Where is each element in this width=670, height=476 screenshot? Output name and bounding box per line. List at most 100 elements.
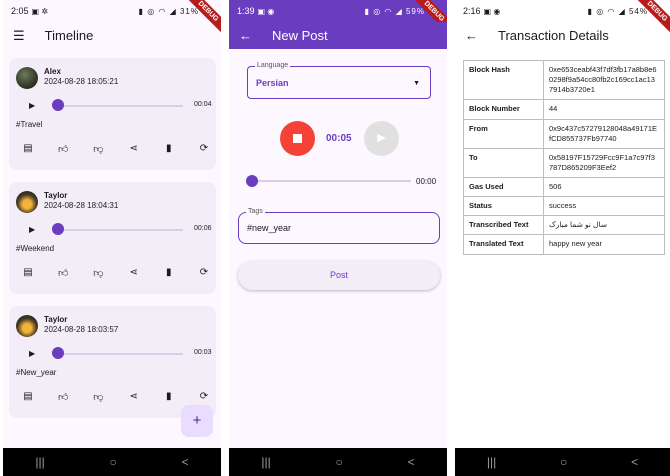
post-actions: ▤ 👍︎ 👎︎ ⋖ ▮ ⟳ [21, 143, 211, 155]
app-bar: ← New Post [229, 22, 447, 49]
status-icons: ▮ ◎ ◠ ◢ [138, 6, 177, 16]
page-title: Transaction Details [498, 28, 609, 43]
play-icon[interactable]: ▶ [29, 101, 35, 110]
language-value: Persian [256, 78, 289, 88]
recents-button[interactable]: ||| [261, 455, 270, 469]
row-value: 0xe653ceabf43f7df3fb17a8b8e60298f9a54cc8… [543, 59, 665, 101]
row-key: From [463, 118, 544, 149]
notification-icon: ▣ ✲ [31, 6, 49, 16]
post-card: Taylor 2024-08-28 18:03:57 ▶ 00:03 #New_… [9, 306, 216, 418]
back-button[interactable]: < [631, 455, 638, 469]
row-key: To [463, 147, 544, 179]
home-button[interactable]: ○ [560, 455, 567, 469]
playback-duration: 00:00 [416, 177, 437, 186]
post-username: Alex [44, 67, 61, 76]
home-button[interactable]: ○ [110, 455, 117, 469]
language-label: Language [255, 62, 291, 69]
post-username: Taylor [44, 191, 68, 200]
post-tag: #New_year [16, 368, 57, 377]
comment-icon[interactable]: ▤ [21, 143, 35, 155]
bookmark-icon[interactable]: ▮ [162, 143, 176, 155]
comment-icon[interactable]: ▤ [21, 267, 35, 279]
like-icon[interactable]: 👍︎ [56, 143, 70, 155]
play-icon: ▶ [377, 132, 386, 144]
row-key: Gas Used [463, 176, 544, 198]
share-icon[interactable]: ⋖ [127, 267, 141, 279]
bookmark-icon[interactable]: ▮ [162, 391, 176, 403]
table-row: Block Hash 0xe653ceabf43f7df3fb17a8b8e602… [463, 59, 665, 101]
row-key: Block Hash [463, 59, 544, 101]
back-arrow-icon[interactable]: ← [465, 28, 478, 43]
new-post-screen: 1:39 ▣ ◉ ▮ ◎ ◠ ◢ 59% DEBUG ← New Post Lan… [229, 0, 447, 476]
post-username: Taylor [44, 315, 68, 324]
avatar [16, 191, 38, 213]
comment-icon[interactable]: ▤ [21, 391, 35, 403]
audio-slider-track[interactable] [59, 229, 183, 231]
table-row: From 0x9c437c57279128048a49171EfCD855737F… [463, 118, 665, 149]
transaction-table: Block Hash 0xe653ceabf43f7df3fb17a8b8e602… [463, 59, 665, 255]
share-icon[interactable]: ⋖ [127, 143, 141, 155]
post-timestamp: 2024-08-28 18:05:21 [44, 77, 119, 86]
dislike-icon[interactable]: 👎︎ [91, 143, 105, 155]
post-tag: #Weekend [16, 244, 55, 253]
audio-duration: 00:03 [194, 349, 212, 356]
add-post-button[interactable]: + [181, 405, 213, 437]
post-timestamp: 2024-08-28 18:03:57 [44, 325, 119, 334]
system-nav-bar: ||| ○ < [455, 448, 670, 476]
table-row: Status success [463, 196, 665, 217]
share-icon[interactable]: ⋖ [127, 391, 141, 403]
menu-icon[interactable]: ☰ [13, 28, 25, 44]
recents-button[interactable]: ||| [35, 455, 44, 469]
status-time: 2:05 [11, 6, 29, 16]
playback-slider-thumb[interactable] [246, 175, 258, 187]
recents-button[interactable]: ||| [487, 455, 496, 469]
row-value: 0x58197F15729Fcc9F1a7c97f3787D865209F3Ee… [543, 147, 665, 179]
row-key: Block Number [463, 99, 544, 120]
back-button[interactable]: < [182, 455, 189, 469]
audio-slider-track[interactable] [59, 353, 183, 355]
app-bar: ☰ Timeline [3, 22, 221, 49]
repost-icon[interactable]: ⟳ [197, 267, 211, 279]
audio-slider-thumb[interactable] [52, 99, 64, 111]
audio-slider-thumb[interactable] [52, 223, 64, 235]
dislike-icon[interactable]: 👎︎ [91, 391, 105, 403]
page-title: Timeline [44, 28, 94, 43]
audio-slider-thumb[interactable] [52, 347, 64, 359]
repost-icon[interactable]: ⟳ [197, 391, 211, 403]
status-icons: ▮ ◎ ◠ ◢ [587, 6, 626, 16]
row-value: 506 [543, 176, 665, 198]
row-value: happy new year [543, 234, 665, 255]
notification-icon: ▣ ◉ [483, 6, 501, 16]
post-card: Alex 2024-08-28 18:05:21 ▶ 00:04 #Travel… [9, 58, 216, 170]
stop-icon [293, 134, 302, 143]
status-time: 2:16 [463, 6, 481, 16]
notification-icon: ▣ ◉ [257, 6, 275, 16]
system-nav-bar: ||| ○ < [3, 448, 221, 476]
bookmark-icon[interactable]: ▮ [162, 267, 176, 279]
home-button[interactable]: ○ [336, 455, 343, 469]
language-dropdown[interactable]: Language Persian ▼ [247, 62, 431, 99]
like-icon[interactable]: 👍︎ [56, 391, 70, 403]
back-button[interactable]: < [408, 455, 415, 469]
playback-slider-track[interactable] [255, 180, 411, 182]
dislike-icon[interactable]: 👎︎ [91, 267, 105, 279]
dropdown-arrow-icon: ▼ [413, 80, 420, 87]
stop-recording-button[interactable] [280, 121, 315, 156]
back-arrow-icon[interactable]: ← [239, 28, 252, 43]
post-timestamp: 2024-08-28 18:04:31 [44, 201, 119, 210]
tags-input[interactable]: Tags #new_year [238, 208, 440, 244]
post-card: Taylor 2024-08-28 18:04:31 ▶ 00:06 #Week… [9, 182, 216, 294]
like-icon[interactable]: 👍︎ [56, 267, 70, 279]
row-value: سال نو شما مبارک [543, 215, 665, 236]
system-nav-bar: ||| ○ < [229, 448, 447, 476]
status-bar: 1:39 ▣ ◉ ▮ ◎ ◠ ◢ 59% [229, 0, 447, 22]
row-value: success [543, 196, 665, 217]
app-bar: ← Transaction Details [455, 22, 670, 49]
play-icon[interactable]: ▶ [29, 225, 35, 234]
audio-slider-track[interactable] [59, 105, 183, 107]
post-button[interactable]: Post [238, 261, 440, 290]
play-recording-button[interactable]: ▶ [364, 121, 399, 156]
repost-icon[interactable]: ⟳ [197, 143, 211, 155]
play-icon[interactable]: ▶ [29, 349, 35, 358]
timeline-screen: 2:05 ▣ ✲ ▮ ◎ ◠ ◢ 31% DEBUG ☰ Timeline Ale… [3, 0, 221, 476]
